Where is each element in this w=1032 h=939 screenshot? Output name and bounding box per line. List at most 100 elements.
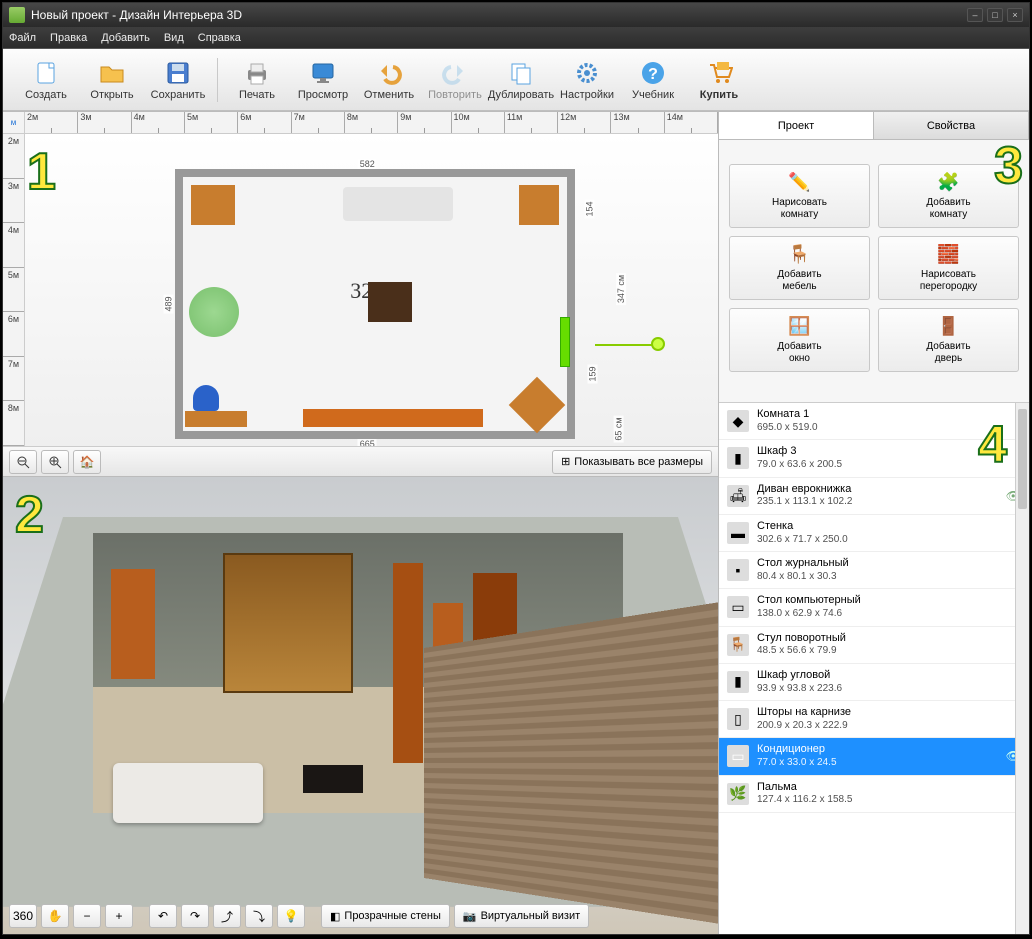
sofa-3d bbox=[113, 763, 263, 823]
redo-icon bbox=[440, 59, 470, 87]
action-перегородку-button[interactable]: 🧱Нарисоватьперегородку bbox=[878, 236, 1019, 300]
toolbar-file-new-button[interactable]: Создать bbox=[13, 52, 79, 108]
furniture-wardrobe[interactable] bbox=[191, 185, 235, 225]
show-dims-label: Показывать все размеры bbox=[574, 456, 703, 468]
rotate-left-button[interactable]: ↶ bbox=[149, 904, 177, 928]
toolbar-label: Учебник bbox=[632, 89, 674, 101]
ruler-corner: м bbox=[3, 112, 25, 134]
action-icon: 🚪 bbox=[936, 315, 962, 339]
toolbar-folder-button[interactable]: Открыть bbox=[79, 52, 145, 108]
ruler-tick: 11м bbox=[505, 112, 558, 133]
ruler-vertical: 2м3м4м5м6м7м8м bbox=[3, 134, 25, 446]
list-item[interactable]: 🌿Пальма127.4 x 116.2 x 158.5 bbox=[719, 776, 1029, 813]
item-thumb-icon: ▭ bbox=[727, 596, 749, 618]
menu-view[interactable]: Вид bbox=[164, 32, 184, 44]
zoom-out-3d-button[interactable]: − bbox=[73, 904, 101, 928]
action-label: Добавитькомнату bbox=[926, 197, 970, 221]
pan-button[interactable]: ✋ bbox=[41, 904, 69, 928]
canvas-2d[interactable]: 32,52 582 665 489 95 bbox=[25, 134, 718, 446]
toolbar-cart-button[interactable]: Купить bbox=[686, 52, 752, 108]
ruler-tick: 8м bbox=[3, 401, 24, 446]
zoom-in-3d-button[interactable]: + bbox=[105, 904, 133, 928]
menu-help[interactable]: Справка bbox=[198, 32, 241, 44]
selected-object[interactable] bbox=[560, 317, 570, 367]
maximize-button[interactable]: □ bbox=[987, 8, 1003, 22]
list-item[interactable]: ▭Кондиционер77.0 x 33.0 x 24.5👁 bbox=[719, 738, 1029, 775]
tilt-down-button[interactable]: ⤵ bbox=[245, 904, 273, 928]
item-dimensions: 79.0 x 63.6 x 200.5 bbox=[757, 459, 842, 472]
item-thumb-icon: ▬ bbox=[727, 522, 749, 544]
minimize-button[interactable]: – bbox=[967, 8, 983, 22]
list-item[interactable]: 🪑Стул поворотный48.5 x 56.6 x 79.9 bbox=[719, 627, 1029, 664]
tab-properties[interactable]: Свойства bbox=[874, 112, 1029, 139]
action-label: Добавитьмебель bbox=[777, 269, 821, 293]
plan-toolbar: 🏠 ⊞Показывать все размеры bbox=[3, 446, 718, 476]
furniture-desk[interactable] bbox=[185, 411, 247, 427]
furniture-table[interactable] bbox=[368, 282, 412, 322]
curtains-3d bbox=[223, 553, 353, 693]
dim-rlow: 159 bbox=[588, 364, 598, 383]
menu-add[interactable]: Добавить bbox=[101, 32, 150, 44]
close-button[interactable]: × bbox=[1007, 8, 1023, 22]
toolbar-gear-button[interactable]: Настройки bbox=[554, 52, 620, 108]
toolbar-help-button[interactable]: ?Учебник bbox=[620, 52, 686, 108]
list-item[interactable]: ▭Стол компьютерный138.0 x 62.9 x 74.6 bbox=[719, 589, 1029, 626]
menu-edit[interactable]: Правка bbox=[50, 32, 87, 44]
list-item[interactable]: ▯Шторы на карнизе200.9 x 20.3 x 222.9 bbox=[719, 701, 1029, 738]
rotate-right-button[interactable]: ↷ bbox=[181, 904, 209, 928]
action-мебель-button[interactable]: 🪑Добавитьмебель bbox=[729, 236, 870, 300]
item-thumb-icon: ▮ bbox=[727, 671, 749, 693]
toolbar-undo-button[interactable]: Отменить bbox=[356, 52, 422, 108]
furniture-wall-unit[interactable] bbox=[303, 409, 483, 427]
canvas-3d[interactable] bbox=[3, 477, 718, 934]
ruler-tick: 2м bbox=[3, 134, 24, 179]
toolbar-copy-button[interactable]: Дублировать bbox=[488, 52, 554, 108]
app-icon bbox=[9, 7, 25, 23]
dim-bcorner: 65 см bbox=[614, 415, 624, 442]
cart-icon bbox=[704, 59, 734, 87]
list-item[interactable]: ▪Стол журнальный80.4 x 80.1 x 30.3 bbox=[719, 552, 1029, 589]
room-outline[interactable]: 32,52 582 665 489 95 bbox=[175, 169, 575, 439]
furniture-chair[interactable] bbox=[193, 385, 219, 411]
menu-file[interactable]: Файл bbox=[9, 32, 36, 44]
scrollbar[interactable] bbox=[1015, 403, 1029, 934]
action-окно-button[interactable]: 🪟Добавитьокно bbox=[729, 308, 870, 372]
list-item[interactable]: ▬Стенка302.6 x 71.7 x 250.0 bbox=[719, 515, 1029, 552]
side-panel: Проект Свойства 3 ✏️Нарисоватькомнату🧩До… bbox=[719, 112, 1029, 934]
toolbar-save-button[interactable]: Сохранить bbox=[145, 52, 211, 108]
action-дверь-button[interactable]: 🚪Добавитьдверь bbox=[878, 308, 1019, 372]
toolbar-label: Открыть bbox=[90, 89, 133, 101]
home-button[interactable]: 🏠 bbox=[73, 450, 101, 474]
zoom-out-button[interactable] bbox=[9, 450, 37, 474]
transparent-walls-button[interactable]: ◧Прозрачные стены bbox=[321, 904, 450, 928]
wardrobe-3d bbox=[111, 569, 155, 679]
furniture-wardrobe-2[interactable] bbox=[519, 185, 559, 225]
item-thumb-icon: ▮ bbox=[727, 447, 749, 469]
list-item[interactable]: ▮Шкаф угловой93.9 x 93.8 x 223.6 bbox=[719, 664, 1029, 701]
toolbar-redo-button[interactable]: Повторить bbox=[422, 52, 488, 108]
show-dimensions-button[interactable]: ⊞Показывать все размеры bbox=[552, 450, 712, 474]
list-item[interactable]: 🛋Диван еврокнижка235.1 x 113.1 x 102.2👁 bbox=[719, 478, 1029, 515]
virtual-visit-label: Виртуальный визит bbox=[481, 910, 581, 922]
light-button[interactable]: 💡 bbox=[277, 904, 305, 928]
toolbar-monitor-button[interactable]: Просмотр bbox=[290, 52, 356, 108]
item-dimensions: 695.0 x 519.0 bbox=[757, 422, 818, 435]
view-3d-area[interactable]: 2 360 ✋ − + ↶ ↷ ⤴ ⤵ 💡 ◧Прозрачные стены … bbox=[3, 477, 718, 934]
ruler-tick: 6м bbox=[3, 312, 24, 357]
item-dimensions: 93.9 x 93.8 x 223.6 bbox=[757, 683, 842, 696]
rotate-360-button[interactable]: 360 bbox=[9, 904, 37, 928]
toolbar-label: Сохранить bbox=[151, 89, 206, 101]
ruler-horizontal: 2м3м4м5м6м7м8м9м10м11м12м13м14м bbox=[25, 112, 718, 134]
virtual-visit-button[interactable]: 📷Виртуальный визит bbox=[454, 904, 589, 928]
action-комнату-button[interactable]: ✏️Нарисоватькомнату bbox=[729, 164, 870, 228]
zoom-in-button[interactable] bbox=[41, 450, 69, 474]
toolbar-print-button[interactable]: Печать bbox=[224, 52, 290, 108]
furniture-plant[interactable] bbox=[189, 287, 239, 337]
tilt-up-button[interactable]: ⤴ bbox=[213, 904, 241, 928]
item-dimensions: 302.6 x 71.7 x 250.0 bbox=[757, 534, 848, 547]
plan-2d-area[interactable]: м 2м3м4м5м6м7м8м9м10м11м12м13м14м 2м3м4м… bbox=[3, 112, 718, 477]
tab-project[interactable]: Проект bbox=[719, 112, 874, 139]
selection-handle[interactable] bbox=[651, 337, 665, 351]
furniture-corner[interactable] bbox=[509, 377, 566, 434]
furniture-sofa[interactable] bbox=[343, 187, 453, 221]
